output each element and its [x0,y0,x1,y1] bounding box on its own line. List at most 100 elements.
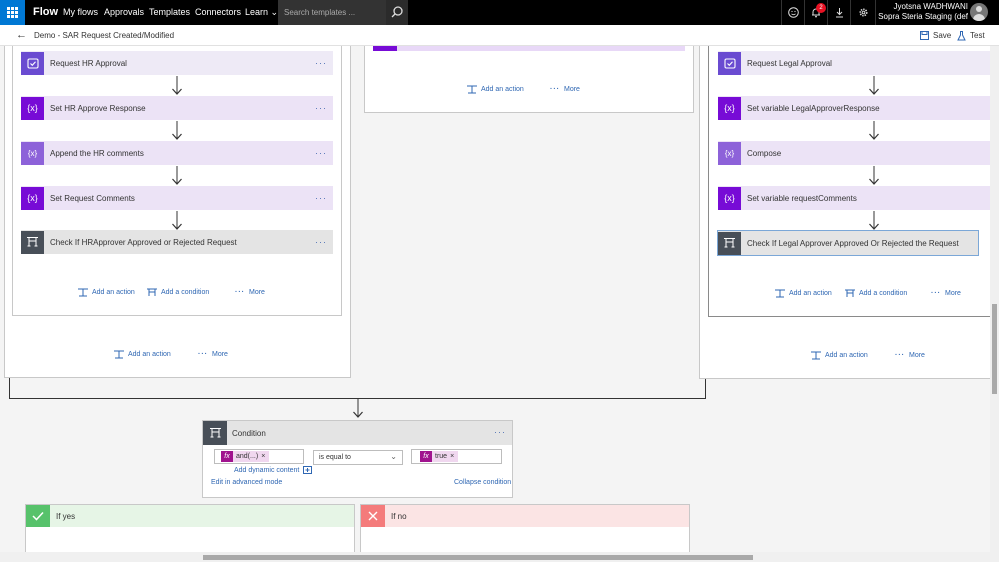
nav-approvals[interactable]: Approvals [104,7,144,17]
condition-header[interactable]: Condition ··· [203,421,512,445]
remove-token-icon[interactable]: × [261,453,265,460]
nav-connectors[interactable]: Connectors [195,7,241,17]
edit-advanced-mode-link[interactable]: Edit in advanced mode [211,479,282,486]
step-check-legal-approver[interactable]: Check If Legal Approver Approved Or Reje… [717,230,979,256]
save-button[interactable]: Save [920,29,951,42]
approval-icon [718,51,741,75]
condition-right-operand[interactable]: fx true × [411,449,502,464]
expression-token[interactable]: fx and(...) × [221,451,270,462]
more-link[interactable]: ··· More [895,352,925,359]
add-action-label: Add an action [825,352,868,359]
step-title: Check If Legal Approver Approved Or Reje… [747,238,959,248]
user-info[interactable]: Jyotsna WADHWANI Sopra Steria Staging (d… [876,2,968,22]
step-title: Append the HR comments [50,148,144,158]
more-options-icon[interactable]: ··· [315,58,333,68]
right-inner-scope [708,46,999,317]
more-link[interactable]: ··· More [198,351,228,358]
add-action-link[interactable]: Add an action [78,288,135,297]
test-button[interactable]: Test [957,29,985,42]
flow-arrow-icon [172,211,182,230]
search-button[interactable] [386,0,408,25]
settings-gear-icon[interactable] [852,0,874,25]
expression-token[interactable]: fx true × [420,451,459,462]
ellipsis-icon: ··· [198,351,208,358]
download-icon[interactable] [828,0,850,25]
feedback-smiley-icon[interactable] [782,0,804,25]
step-request-hr-approval[interactable]: Request HR Approval ··· [21,51,333,75]
truncated-step-card[interactable] [373,46,685,51]
if-yes-header[interactable]: If yes [26,505,354,527]
add-action-icon [775,289,785,298]
scrollbar-thumb[interactable] [992,304,997,394]
token-label: true [435,453,448,460]
command-bar: ← Demo - SAR Request Created/Modified Sa… [0,25,999,46]
more-label: More [212,351,228,358]
more-options-icon[interactable]: ··· [315,237,333,247]
notification-badge: 2 [816,3,826,13]
nav-learn-label: Learn [245,7,269,17]
variable-icon: {x} [21,96,44,120]
more-options-icon[interactable]: ··· [315,193,333,203]
vertical-scrollbar[interactable] [990,46,999,562]
condition-icon [21,230,44,254]
step-title: Request HR Approval [50,58,127,68]
add-dynamic-content-link[interactable]: Add dynamic content [234,466,313,474]
save-disk-icon [920,31,929,40]
nav-my-flows[interactable]: My flows [63,7,98,17]
step-compose[interactable]: {x} Compose [718,141,990,165]
ellipsis-icon: ··· [931,290,941,297]
step-set-request-comments[interactable]: {x} Set Request Comments ··· [21,186,333,210]
token-label: and(...) [236,453,259,460]
connector-line [705,379,706,398]
flow-arrow-icon [869,76,879,95]
operator-select[interactable]: is equal to ⌄ [313,450,403,465]
step-check-hr-approver[interactable]: Check If HRApprover Approved or Rejected… [21,230,333,254]
if-no-header[interactable]: If no [361,505,689,527]
step-request-legal-approval[interactable]: Request Legal Approval [718,51,990,75]
more-label: More [564,86,580,93]
more-options-icon[interactable]: ··· [315,148,333,158]
more-link[interactable]: ··· More [235,289,265,296]
function-icon: fx [420,451,432,462]
scrollbar-thumb[interactable] [203,555,753,560]
add-action-link[interactable]: Add an action [775,289,832,298]
step-append-hr-comments[interactable]: {x} Append the HR comments ··· [21,141,333,165]
add-condition-link[interactable]: Add a condition [845,289,907,298]
add-condition-link[interactable]: Add a condition [147,288,209,297]
more-link[interactable]: ··· More [550,86,580,93]
approval-icon [21,51,44,75]
operator-value: is equal to [319,454,351,461]
step-set-variable-request-comments[interactable]: {x} Set variable requestComments [718,186,990,210]
condition-left-operand[interactable]: fx and(...) × [214,449,304,464]
step-title: Request Legal Approval [747,58,832,68]
step-title: Set Request Comments [50,193,135,203]
more-options-icon[interactable]: ··· [494,427,506,437]
nav-templates[interactable]: Templates [149,7,190,17]
save-label: Save [933,31,952,40]
middle-branch-panel [364,46,694,113]
back-arrow-icon[interactable]: ← [16,29,27,41]
nav-learn[interactable]: Learn ⌄ [245,7,278,18]
remove-token-icon[interactable]: × [450,453,454,460]
add-action-link[interactable]: Add an action [114,350,171,359]
ellipsis-icon: ··· [550,86,560,93]
flow-arrow-icon [869,211,879,230]
more-link[interactable]: ··· More [931,290,961,297]
chevron-down-icon: ⌄ [268,7,279,17]
brand-name[interactable]: Flow [33,6,58,18]
step-set-hr-approve-response[interactable]: {x} Set HR Approve Response ··· [21,96,333,120]
add-dynamic-label: Add dynamic content [234,466,300,474]
horizontal-scrollbar[interactable] [0,552,990,562]
add-condition-label: Add a condition [859,290,908,297]
add-action-label: Add an action [92,289,135,296]
avatar[interactable] [970,3,988,21]
app-launcher-icon[interactable] [0,0,25,25]
collapse-condition-link[interactable]: Collapse condition [454,479,511,486]
variable-icon [373,46,397,51]
condition-icon [203,421,227,445]
step-set-variable-legal-approver-response[interactable]: {x} Set variable LegalApproverResponse [718,96,990,120]
more-options-icon[interactable]: ··· [315,103,333,113]
search-input[interactable]: Search templates ... [278,0,386,25]
add-action-link[interactable]: Add an action [811,351,868,360]
add-action-link[interactable]: Add an action [467,85,524,94]
